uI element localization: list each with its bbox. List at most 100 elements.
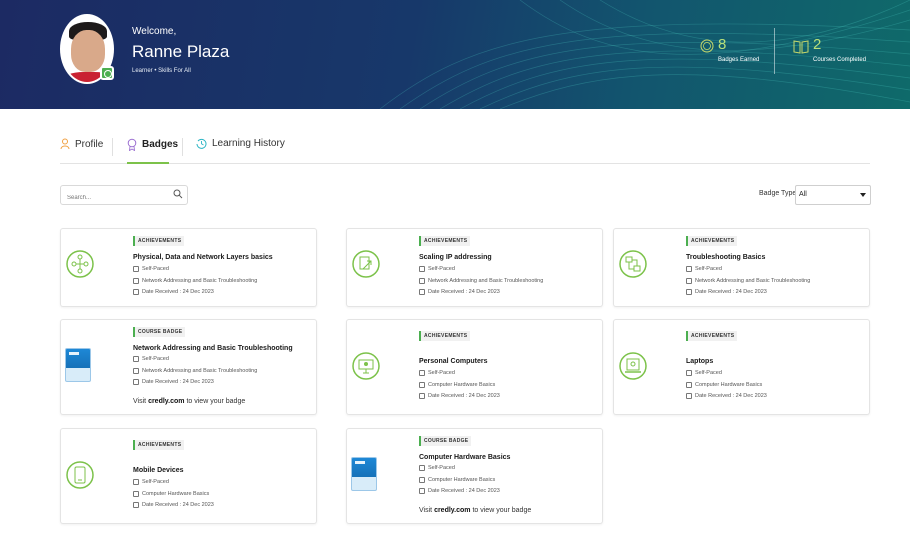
course-badge-icon bbox=[351, 457, 377, 491]
badge-pace: Self-Paced bbox=[133, 266, 169, 272]
badge-category: COURSE BADGE bbox=[133, 327, 186, 337]
active-tab-indicator bbox=[127, 162, 169, 164]
date-text: Date Received : 24 Dec 2023 bbox=[428, 289, 500, 295]
badge-card[interactable]: ACHIEVEMENTS Personal Computers Self-Pac… bbox=[346, 319, 603, 415]
welcome-text: Welcome, bbox=[132, 26, 177, 37]
badge-title[interactable]: Personal Computers bbox=[419, 358, 487, 365]
courses-label: Courses Completed bbox=[813, 57, 867, 63]
badge-card[interactable]: COURSE BADGE Network Addressing and Basi… bbox=[60, 319, 317, 415]
tab-separator bbox=[182, 138, 183, 156]
badge-course: Network Addressing and Basic Troubleshoo… bbox=[133, 368, 257, 374]
badge-card[interactable]: ACHIEVEMENTS Scaling IP addressing Self-… bbox=[346, 228, 603, 307]
badge-title[interactable]: Troubleshooting Basics bbox=[686, 254, 765, 261]
badge-type-label: Badge Type bbox=[759, 190, 797, 197]
badge-card[interactable]: ACHIEVEMENTS Physical, Data and Network … bbox=[60, 228, 317, 307]
tab-label: Badges bbox=[142, 139, 179, 150]
calendar-icon bbox=[133, 289, 139, 295]
badge-category: ACHIEVEMENTS bbox=[686, 236, 738, 246]
person-icon bbox=[133, 479, 139, 485]
course-text: Computer Hardware Basics bbox=[695, 382, 763, 388]
search-icon[interactable] bbox=[173, 189, 183, 199]
pace-text: Self-Paced bbox=[695, 370, 722, 376]
person-icon bbox=[60, 138, 70, 150]
profile-banner: Welcome, Ranne Plaza Learner • Skills Fo… bbox=[0, 0, 910, 109]
badge-category: ACHIEVEMENTS bbox=[419, 331, 471, 341]
calendar-icon bbox=[419, 488, 425, 494]
profile-tabs: Profile Badges Learning History bbox=[60, 130, 870, 164]
badge-course: Computer Hardware Basics bbox=[419, 382, 495, 388]
tab-profile[interactable]: Profile bbox=[60, 138, 103, 150]
person-icon bbox=[419, 465, 425, 471]
badge-title[interactable]: Scaling IP addressing bbox=[419, 254, 492, 261]
book-icon bbox=[419, 477, 425, 483]
badge-card[interactable]: ACHIEVEMENTS Mobile Devices Self-Paced C… bbox=[60, 428, 317, 524]
book-icon bbox=[419, 278, 425, 284]
badge-card[interactable]: ACHIEVEMENTS Laptops Self-Paced Computer… bbox=[613, 319, 870, 415]
credly-suffix: to view your badge bbox=[186, 398, 246, 405]
user-subtitle: Learner • Skills For All bbox=[132, 68, 191, 74]
person-icon bbox=[419, 370, 425, 376]
course-text: Computer Hardware Basics bbox=[428, 382, 496, 388]
date-text: Date Received : 24 Dec 2023 bbox=[428, 488, 500, 494]
tab-badges[interactable]: Badges bbox=[127, 138, 178, 151]
badge-category: ACHIEVEMENTS bbox=[686, 331, 738, 341]
badge-pace: Self-Paced bbox=[686, 266, 722, 272]
badge-pace: Self-Paced bbox=[133, 356, 169, 362]
badge-date: Date Received : 24 Dec 2023 bbox=[133, 379, 214, 385]
date-text: Date Received : 24 Dec 2023 bbox=[142, 502, 214, 508]
badge-category: ACHIEVEMENTS bbox=[133, 440, 185, 450]
badge-date: Date Received : 24 Dec 2023 bbox=[133, 289, 214, 295]
badge-course: Computer Hardware Basics bbox=[419, 477, 495, 483]
book-icon bbox=[133, 491, 139, 497]
date-text: Date Received : 24 Dec 2023 bbox=[695, 289, 767, 295]
search-input[interactable] bbox=[61, 189, 161, 207]
credly-prefix: Visit bbox=[133, 398, 147, 405]
badges-label: Badges Earned bbox=[718, 57, 760, 63]
badge-pace: Self-Paced bbox=[133, 479, 169, 485]
badge-course: Computer Hardware Basics bbox=[133, 491, 209, 497]
badge-pace: Self-Paced bbox=[419, 266, 455, 272]
course-badge-icon bbox=[65, 348, 91, 382]
pace-text: Self-Paced bbox=[142, 266, 169, 272]
badge-course: Computer Hardware Basics bbox=[686, 382, 762, 388]
badge-date: Date Received : 24 Dec 2023 bbox=[419, 289, 500, 295]
tab-learning-history[interactable]: Learning History bbox=[196, 138, 285, 149]
history-icon bbox=[196, 138, 207, 149]
badge-date: Date Received : 24 Dec 2023 bbox=[686, 393, 767, 399]
pace-text: Self-Paced bbox=[695, 266, 722, 272]
credly-suffix: to view your badge bbox=[472, 507, 532, 514]
calendar-icon bbox=[419, 393, 425, 399]
camera-icon[interactable] bbox=[100, 66, 114, 80]
badge-title[interactable]: Physical, Data and Network Layers basics bbox=[133, 254, 273, 261]
credly-link[interactable]: credly.com bbox=[434, 507, 470, 514]
calendar-icon bbox=[133, 379, 139, 385]
user-name: Ranne Plaza bbox=[132, 42, 230, 61]
badge-type-select[interactable]: All bbox=[795, 185, 871, 205]
pace-text: Self-Paced bbox=[142, 479, 169, 485]
badge-title[interactable]: Mobile Devices bbox=[133, 467, 184, 474]
badges-count: 8 bbox=[718, 36, 727, 53]
badge-date: Date Received : 24 Dec 2023 bbox=[419, 393, 500, 399]
badge-card[interactable]: ACHIEVEMENTS Troubleshooting Basics Self… bbox=[613, 228, 870, 307]
book-icon bbox=[686, 382, 692, 388]
troubleshooting-icon bbox=[619, 250, 647, 278]
calendar-icon bbox=[419, 289, 425, 295]
course-text: Computer Hardware Basics bbox=[428, 477, 496, 483]
badge-title[interactable]: Network Addressing and Basic Troubleshoo… bbox=[133, 345, 293, 352]
credly-link-text: Visit credly.com to view your badge bbox=[419, 507, 531, 514]
medal-icon bbox=[700, 39, 714, 53]
tab-label: Learning History bbox=[212, 138, 285, 149]
badge-title[interactable]: Computer Hardware Basics bbox=[419, 454, 510, 461]
course-text: Network Addressing and Basic Troubleshoo… bbox=[428, 278, 544, 284]
badge-pace: Self-Paced bbox=[686, 370, 722, 376]
pace-text: Self-Paced bbox=[142, 356, 169, 362]
ip-scaling-icon bbox=[352, 250, 380, 278]
network-layers-icon bbox=[66, 250, 94, 278]
badge-title[interactable]: Laptops bbox=[686, 358, 713, 365]
badge-card[interactable]: COURSE BADGE Computer Hardware Basics Se… bbox=[346, 428, 603, 524]
badge-type-value: All bbox=[799, 191, 807, 198]
book-icon bbox=[133, 368, 139, 374]
pace-text: Self-Paced bbox=[428, 465, 455, 471]
credly-link[interactable]: credly.com bbox=[148, 398, 184, 405]
stat-divider bbox=[774, 28, 775, 74]
